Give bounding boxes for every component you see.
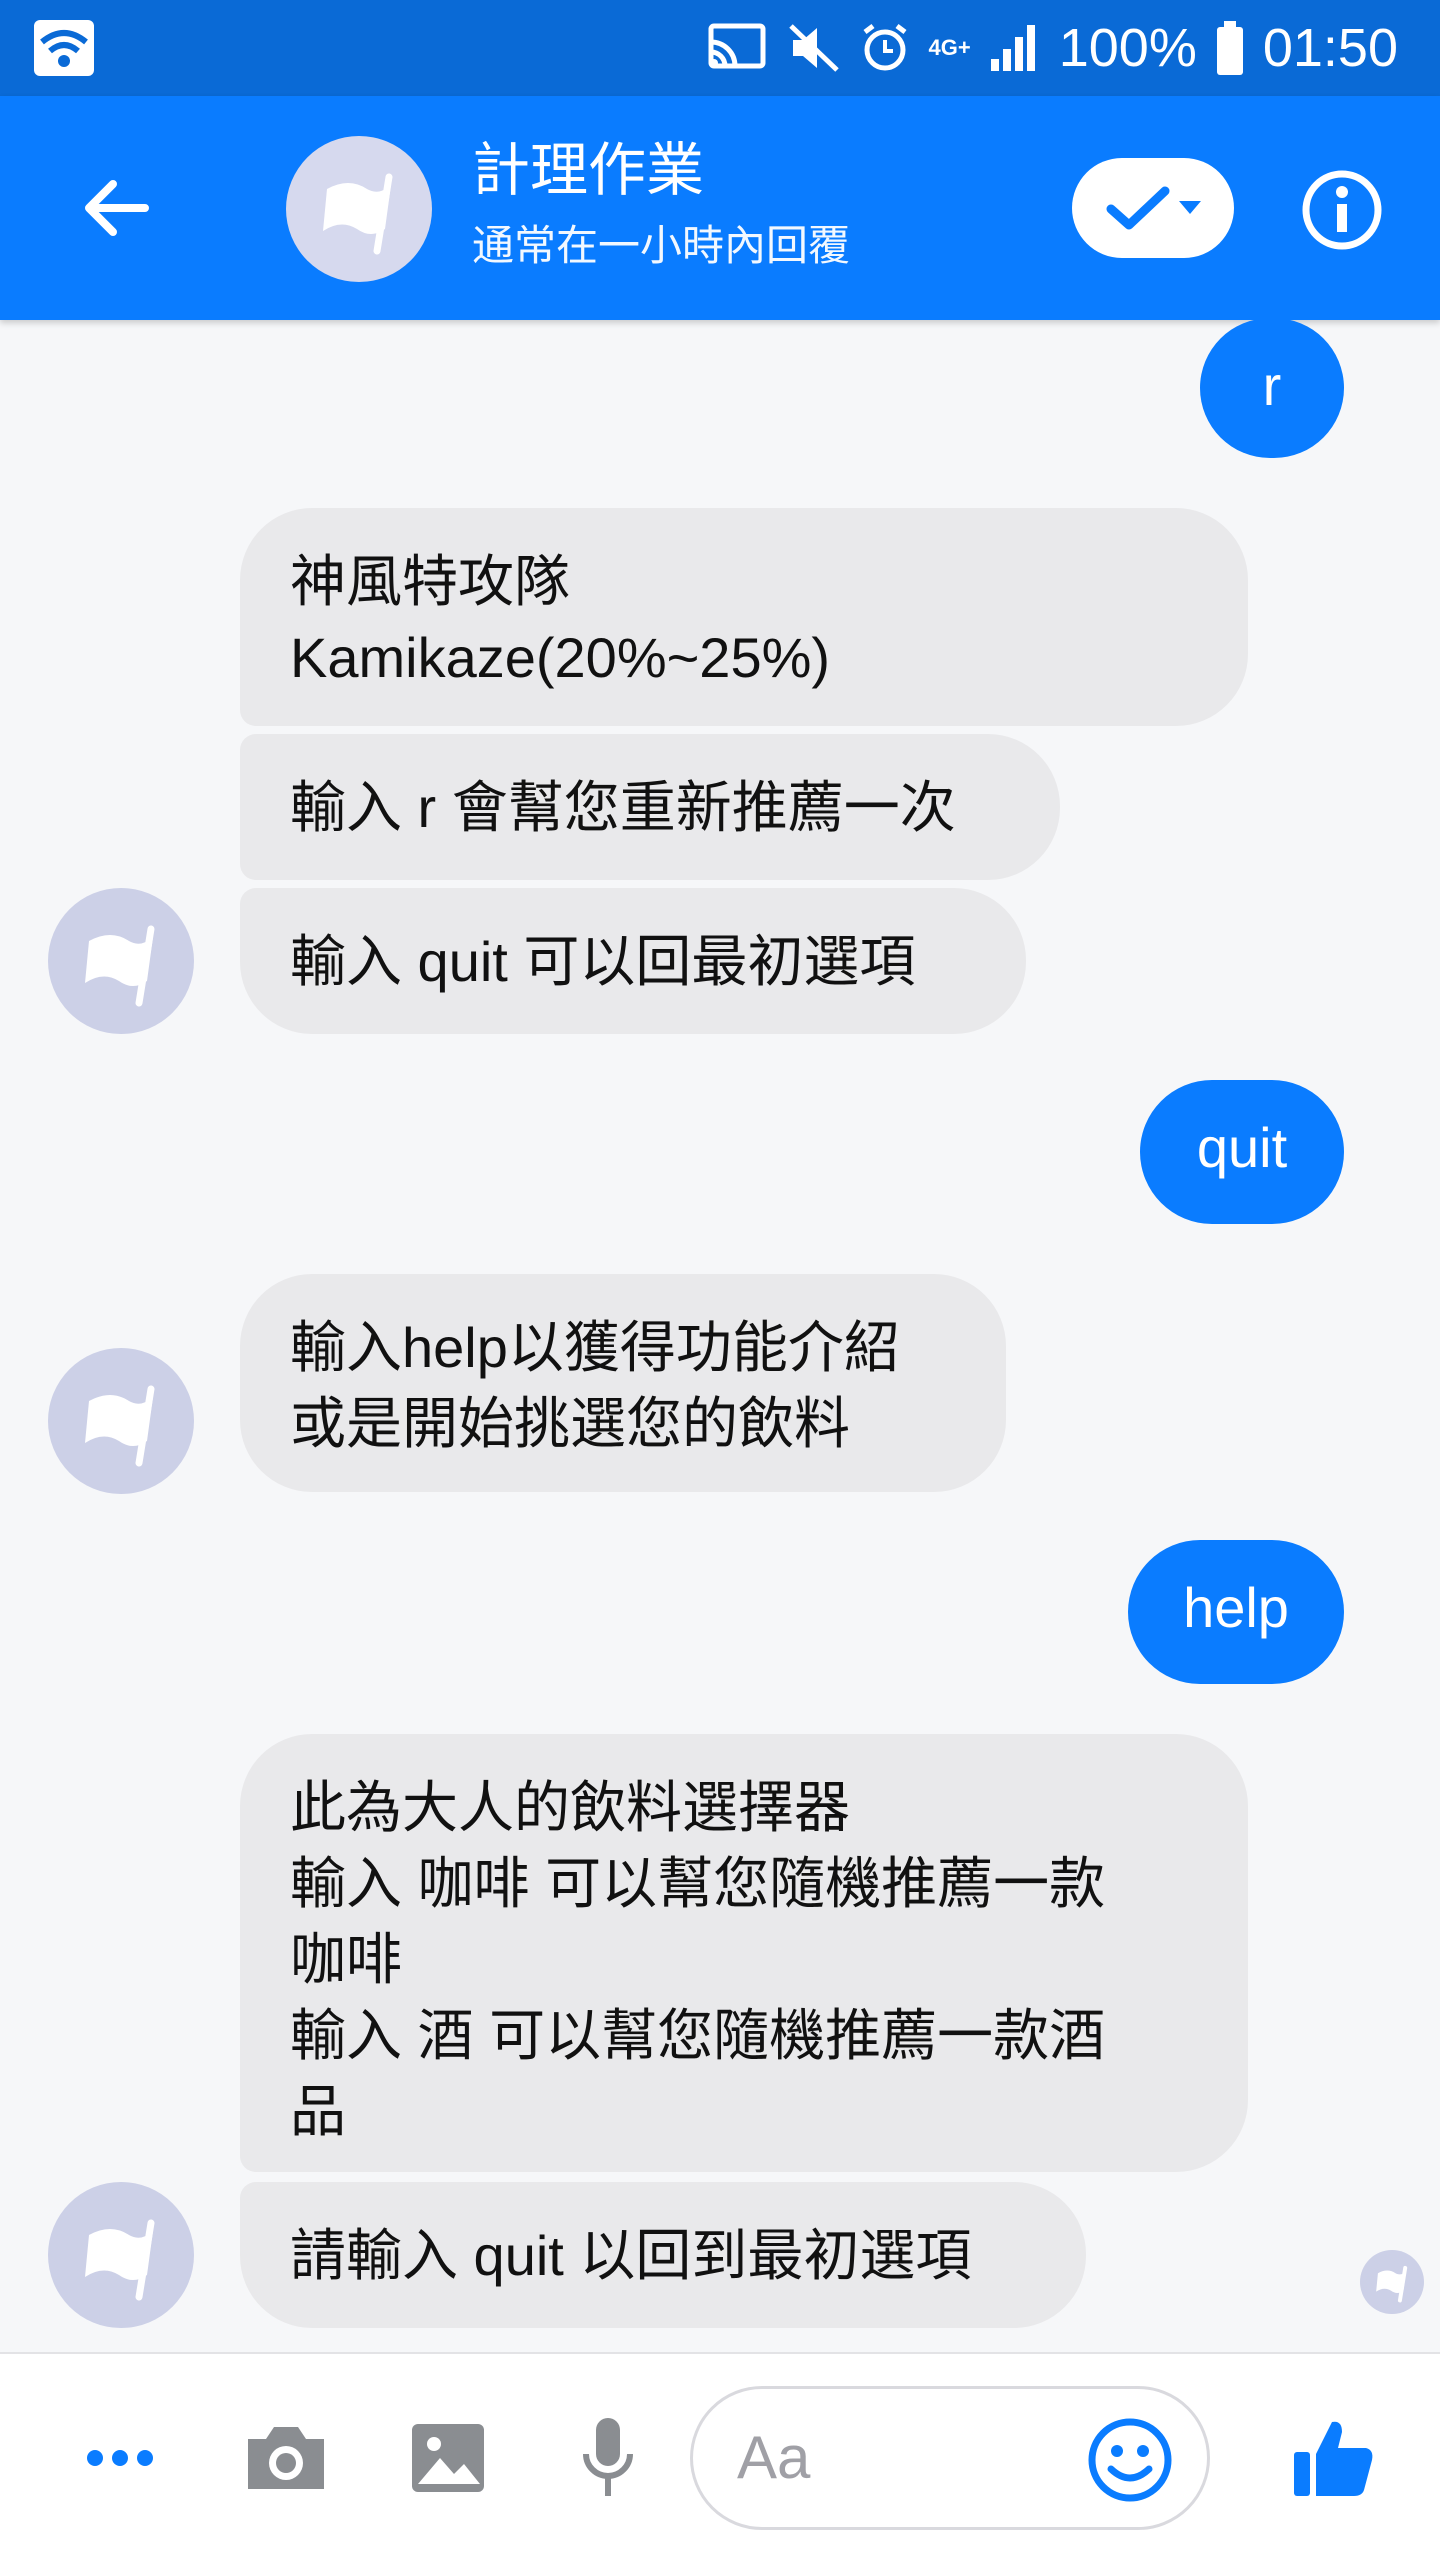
back-arrow-icon bbox=[85, 180, 149, 236]
alarm-icon bbox=[859, 22, 911, 74]
emoji-button[interactable] bbox=[1077, 2407, 1183, 2513]
checkmark-icon bbox=[1106, 186, 1170, 230]
seen-indicator-avatar bbox=[1360, 2250, 1424, 2314]
bot-avatar[interactable] bbox=[48, 1348, 194, 1494]
message-input-placeholder: Aa bbox=[737, 2424, 811, 2491]
message-bubble-incoming[interactable]: 此為大人的飲料選擇器 輸入 咖啡 可以幫您隨機推薦一款 咖啡 輸入 酒 可以幫您… bbox=[240, 1734, 1248, 2172]
checkmark-dropdown-button[interactable] bbox=[1072, 158, 1234, 258]
network-type: 4G+ bbox=[928, 35, 971, 60]
flag-icon bbox=[323, 173, 393, 255]
message-bubble-outgoing[interactable]: r bbox=[1200, 318, 1344, 458]
wifi-icon bbox=[34, 20, 94, 76]
mute-icon bbox=[787, 22, 841, 74]
message-input[interactable]: Aa bbox=[690, 2386, 1210, 2530]
info-icon bbox=[1302, 170, 1382, 250]
camera-icon bbox=[248, 2427, 324, 2489]
flag-icon bbox=[85, 2219, 155, 2301]
emoji-icon bbox=[1088, 2418, 1172, 2502]
gallery-button[interactable] bbox=[398, 2354, 498, 2562]
response-time: 通常在一小時內回覆 bbox=[472, 222, 851, 269]
thumbs-up-icon bbox=[1294, 2421, 1373, 2496]
voice-button[interactable] bbox=[558, 2354, 658, 2562]
back-button[interactable] bbox=[60, 160, 170, 256]
chevron-down-icon bbox=[1179, 201, 1201, 214]
battery-icon bbox=[1215, 21, 1245, 75]
microphone-icon bbox=[583, 2418, 633, 2496]
flag-icon bbox=[1376, 2265, 1408, 2303]
message-bubble-incoming[interactable]: 請輸入 quit 以回到最初選項 bbox=[240, 2182, 1086, 2328]
bot-avatar[interactable] bbox=[48, 2182, 194, 2328]
composer-bar: Aa bbox=[0, 2352, 1440, 2562]
more-button[interactable] bbox=[70, 2354, 170, 2562]
status-bar: 4G+ 100% 01:50 bbox=[0, 0, 1440, 96]
camera-button[interactable] bbox=[236, 2354, 336, 2562]
battery-percent: 100% bbox=[1058, 18, 1197, 78]
message-bubble-outgoing[interactable]: quit bbox=[1140, 1080, 1344, 1224]
clock: 01:50 bbox=[1262, 18, 1398, 78]
image-icon bbox=[412, 2424, 484, 2492]
conversation-header: 計理作業 通常在一小時內回覆 bbox=[0, 96, 1440, 320]
message-bubble-incoming[interactable]: 輸入 quit 可以回最初選項 bbox=[240, 888, 1026, 1034]
page-avatar[interactable] bbox=[286, 136, 432, 282]
flag-icon bbox=[85, 925, 155, 1007]
conversation-title: 計理作業 bbox=[472, 138, 705, 203]
signal-icon bbox=[989, 23, 1041, 73]
bot-avatar[interactable] bbox=[48, 888, 194, 1034]
info-button[interactable] bbox=[1300, 168, 1384, 252]
more-dots-icon bbox=[87, 2450, 153, 2466]
message-bubble-incoming[interactable]: 輸入 r 會幫您重新推薦一次 bbox=[240, 734, 1060, 880]
flag-icon bbox=[85, 1385, 155, 1467]
message-bubble-incoming[interactable]: 神風特攻隊 Kamikaze(20%~25%) bbox=[240, 508, 1248, 726]
like-button[interactable] bbox=[1274, 2354, 1394, 2562]
message-bubble-incoming[interactable]: 輸入help以獲得功能介紹 或是開始挑選您的飲料 bbox=[240, 1274, 1006, 1492]
cast-icon bbox=[705, 22, 769, 74]
message-bubble-outgoing[interactable]: help bbox=[1128, 1540, 1344, 1684]
